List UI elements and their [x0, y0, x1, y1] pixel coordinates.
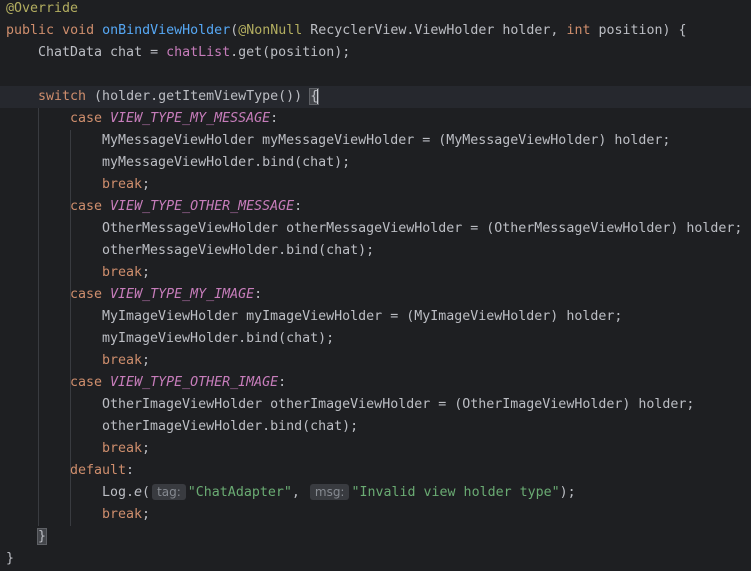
code-line-2[interactable]: public void onBindViewHolder(@NonNull Re…	[6, 20, 687, 42]
case-keyword: case	[70, 375, 103, 390]
statement: MyImageViewHolder myImageViewHolder = (M…	[102, 309, 623, 324]
log-comma: ,	[291, 485, 308, 500]
code-line-1[interactable]: @Override	[6, 0, 78, 20]
code-line-case-4[interactable]: case VIEW_TYPE_OTHER_IMAGE:	[70, 372, 286, 394]
code-line-case-2-stmt-1[interactable]: OtherMessageViewHolder otherMessageViewH…	[102, 218, 742, 240]
code-line-case-2-break[interactable]: break;	[102, 262, 150, 284]
void-keyword: void	[62, 23, 95, 38]
param-hint-tag: tag:	[152, 484, 186, 500]
code-line-case-4-break[interactable]: break;	[102, 438, 150, 460]
semicolon: ;	[142, 441, 151, 456]
log-msg-string: "Invalid view holder type"	[351, 485, 560, 500]
text-caret	[317, 88, 319, 104]
code-line-default-break[interactable]: break;	[102, 504, 150, 526]
semicolon: ;	[142, 507, 151, 522]
code-line-switch-close[interactable]: }	[36, 526, 48, 548]
param-holder: RecyclerView.ViewHolder holder,	[302, 23, 567, 38]
case-constant: VIEW_TYPE_OTHER_MESSAGE	[110, 199, 295, 214]
case-colon: :	[294, 199, 303, 214]
code-line-case-3[interactable]: case VIEW_TYPE_MY_IMAGE:	[70, 284, 262, 306]
default-keyword: default	[70, 463, 127, 478]
case-keyword: case	[70, 111, 103, 126]
code-line-case-1-stmt-1[interactable]: MyMessageViewHolder myMessageViewHolder …	[102, 130, 670, 152]
code-line-3[interactable]: ChatData chat = chatList.get(position);	[38, 42, 350, 64]
case-colon: :	[278, 375, 287, 390]
chat-list-field: chatList	[166, 45, 231, 60]
indent-guide-method	[38, 108, 39, 526]
log-class: Log.	[102, 485, 135, 500]
statement: MyMessageViewHolder myMessageViewHolder …	[102, 133, 671, 148]
method-brace-close: }	[6, 551, 15, 566]
break-keyword: break	[102, 353, 143, 368]
code-line-5[interactable]: switch (holder.getItemViewType()) {	[38, 86, 320, 108]
semicolon: ;	[142, 353, 151, 368]
code-line-log[interactable]: Log.e(tag: "ChatAdapter", msg: "Invalid vi…	[102, 482, 576, 504]
statement: myImageViewHolder.bind(chat);	[102, 331, 335, 346]
break-keyword: break	[102, 265, 143, 280]
code-editor[interactable]: @Override public void onBindViewHolder(@…	[0, 0, 751, 571]
statement: OtherMessageViewHolder otherMessageViewH…	[102, 221, 743, 236]
override-annotation: @Override	[6, 1, 79, 16]
public-keyword: public	[6, 23, 55, 38]
statement: otherMessageViewHolder.bind(chat);	[102, 243, 375, 258]
case-keyword: case	[70, 199, 103, 214]
int-keyword: int	[566, 23, 591, 38]
code-line-case-4-stmt-1[interactable]: OtherImageViewHolder otherImageViewHolde…	[102, 394, 694, 416]
code-line-case-4-stmt-2[interactable]: otherImageViewHolder.bind(chat);	[102, 416, 358, 438]
log-tag-string: "ChatAdapter"	[187, 485, 292, 500]
code-line-case-3-stmt-2[interactable]: myImageViewHolder.bind(chat);	[102, 328, 334, 350]
code-line-method-close[interactable]: }	[6, 548, 14, 570]
case-constant: VIEW_TYPE_MY_MESSAGE	[110, 111, 271, 126]
switch-brace-close: }	[36, 528, 48, 545]
case-colon: :	[254, 287, 263, 302]
switch-keyword: switch	[38, 89, 87, 104]
log-suffix: );	[559, 485, 576, 500]
case-constant: VIEW_TYPE_OTHER_IMAGE	[110, 375, 279, 390]
log-method: e	[134, 485, 143, 500]
case-keyword: case	[70, 287, 103, 302]
code-line-case-2-stmt-2[interactable]: otherMessageViewHolder.bind(chat);	[102, 240, 374, 262]
code-line-case-1-break[interactable]: break;	[102, 174, 150, 196]
statement: OtherImageViewHolder otherImageViewHolde…	[102, 397, 695, 412]
chat-decl-suffix: .get(position);	[230, 45, 351, 60]
code-line-default[interactable]: default:	[70, 460, 134, 482]
case-constant: VIEW_TYPE_MY_IMAGE	[110, 287, 255, 302]
statement: myMessageViewHolder.bind(chat);	[102, 155, 351, 170]
break-keyword: break	[102, 441, 143, 456]
semicolon: ;	[142, 177, 151, 192]
method-name: onBindViewHolder	[102, 23, 231, 38]
nonnull-annotation: @NonNull	[238, 23, 303, 38]
semicolon: ;	[142, 265, 151, 280]
break-keyword: break	[102, 177, 143, 192]
param-position: position) {	[590, 23, 687, 38]
code-line-case-2[interactable]: case VIEW_TYPE_OTHER_MESSAGE:	[70, 196, 302, 218]
code-line-case-3-stmt-1[interactable]: MyImageViewHolder myImageViewHolder = (M…	[102, 306, 622, 328]
code-line-case-1[interactable]: case VIEW_TYPE_MY_MESSAGE:	[70, 108, 278, 130]
break-keyword: break	[102, 507, 143, 522]
case-colon: :	[270, 111, 279, 126]
param-hint-msg: msg:	[309, 484, 350, 500]
chat-decl-prefix: ChatData chat =	[38, 45, 167, 60]
statement: otherImageViewHolder.bind(chat);	[102, 419, 359, 434]
code-line-case-3-break[interactable]: break;	[102, 350, 150, 372]
code-line-case-1-stmt-2[interactable]: myMessageViewHolder.bind(chat);	[102, 152, 350, 174]
default-colon: :	[126, 463, 135, 478]
log-paren: (	[142, 485, 151, 500]
switch-expression: (holder.getItemViewType())	[86, 89, 311, 104]
